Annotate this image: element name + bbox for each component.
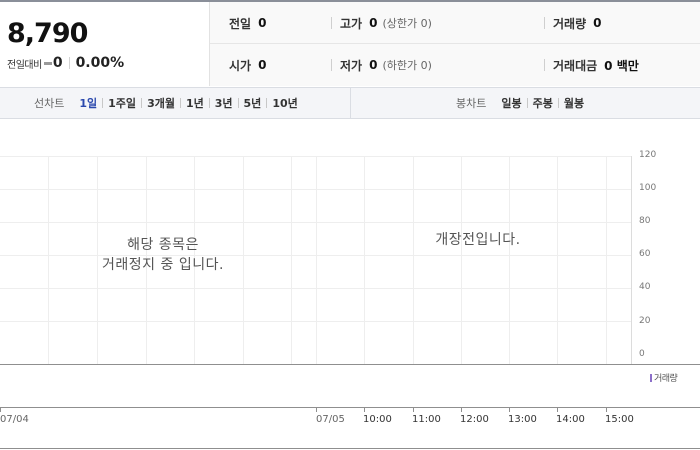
- stat-trade-amount: 거래대금 0 백만: [544, 44, 639, 86]
- y-tick-label: 120: [639, 150, 657, 160]
- stat-value: 0: [369, 58, 378, 72]
- price-chart: 해당 종목은 거래정지 중 입니다. 개장전입니다. 120 100 80 60…: [0, 120, 700, 450]
- stat-label: 전일: [229, 16, 252, 31]
- tab-monthly-candle[interactable]: 월봉: [559, 95, 589, 111]
- chart-period-tabs: 선차트 1일 1주일 3개월 1년 3년 5년 10년 봉차트 일봉 주봉 월봉: [0, 87, 700, 119]
- stat-value: 0: [258, 58, 267, 72]
- stat-label: 고가: [340, 16, 363, 31]
- x-label-time: 13:00: [508, 414, 537, 425]
- y-tick-label: 40: [639, 282, 651, 292]
- stat-low: 저가 0 (하한가 0): [331, 44, 432, 86]
- stat-high: 고가 0 (상한가 0): [331, 2, 432, 44]
- stat-value: 0: [258, 16, 267, 30]
- y-tick-label: 20: [639, 316, 651, 326]
- chart-grid: [0, 156, 700, 449]
- quote-summary: 8,790 전일대비 0 0.00%: [0, 2, 209, 86]
- change-row: 전일대비 0 0.00%: [7, 54, 124, 72]
- change-value: 0: [52, 55, 63, 71]
- tab-group-divider: [350, 88, 351, 118]
- x-label-time: 10:00: [363, 414, 392, 425]
- stats-row-1: 전일 0 고가 0 (상한가 0) 거래량 0: [210, 2, 700, 44]
- candle-chart-title: 봉차트: [456, 97, 487, 110]
- stat-label: 저가: [340, 58, 363, 73]
- divider: [544, 17, 545, 29]
- trading-suspended-message: 해당 종목은 거래정지 중 입니다.: [78, 235, 248, 275]
- message-line: 거래정지 중 입니다.: [102, 257, 224, 273]
- x-label-time: 15:00: [605, 414, 634, 425]
- stats-row-2: 시가 0 저가 0 (하한가 0) 거래대금 0 백만: [210, 44, 700, 86]
- tab-5-years[interactable]: 5년: [239, 95, 267, 111]
- tab-1-week[interactable]: 1주일: [103, 95, 141, 111]
- tab-weekly-candle[interactable]: 주봉: [528, 95, 558, 111]
- quote-stats-grid: 전일 0 고가 0 (상한가 0) 거래량 0 시가 0 저가 0 (하한가 0…: [209, 2, 700, 86]
- stat-sub: (상한가 0): [382, 17, 432, 30]
- stat-sub: (하한가 0): [382, 59, 432, 72]
- change-rate: 0.00%: [75, 55, 125, 71]
- line-chart-title: 선차트: [34, 97, 65, 110]
- stat-prev-close: 전일 0: [229, 2, 266, 44]
- volume-legend-swatch: [650, 373, 652, 382]
- stat-volume: 거래량 0: [544, 2, 601, 44]
- stat-label: 시가: [229, 58, 252, 73]
- divider: [331, 59, 332, 71]
- stat-label: 거래량: [553, 16, 587, 31]
- y-tick-label: 100: [639, 183, 657, 193]
- flat-change-icon: [43, 61, 52, 65]
- divider: [544, 59, 545, 71]
- stat-label: 거래대금: [553, 58, 598, 73]
- pre-market-message: 개장전입니다.: [435, 232, 521, 248]
- line-chart-tab-group: 선차트 1일 1주일 3개월 1년 3년 5년 10년: [34, 88, 303, 118]
- message-line: 해당 종목은: [127, 237, 199, 253]
- candle-chart-tab-group: 봉차트 일봉 주봉 월봉: [456, 88, 589, 118]
- x-label-time: 14:00: [556, 414, 585, 425]
- tab-10-years[interactable]: 10년: [267, 95, 302, 111]
- volume-legend-label: 거래량: [654, 374, 678, 384]
- x-label-time: 11:00: [412, 414, 441, 425]
- stat-value: 0 백만: [604, 58, 639, 73]
- change-label: 전일대비: [7, 59, 42, 71]
- tab-1-year[interactable]: 1년: [181, 95, 209, 111]
- x-label-time: 12:00: [460, 414, 489, 425]
- volume-legend: 거래량: [650, 371, 678, 384]
- current-price: 8,790: [7, 18, 88, 49]
- stat-value: 0: [369, 16, 378, 30]
- divider: [68, 57, 70, 69]
- stat-value: 0: [593, 16, 602, 30]
- tab-daily-candle[interactable]: 일봉: [496, 95, 526, 111]
- divider: [331, 17, 332, 29]
- stat-open: 시가 0: [229, 44, 266, 86]
- tab-3-years[interactable]: 3년: [210, 95, 238, 111]
- tab-3-months[interactable]: 3개월: [142, 95, 180, 111]
- y-tick-label: 60: [639, 249, 651, 259]
- tab-1-day[interactable]: 1일: [74, 95, 102, 111]
- y-tick-label: 0: [639, 349, 645, 359]
- y-tick-label: 80: [639, 216, 651, 226]
- x-label-date: 07/04: [0, 414, 29, 425]
- x-label-date: 07/05: [316, 414, 345, 425]
